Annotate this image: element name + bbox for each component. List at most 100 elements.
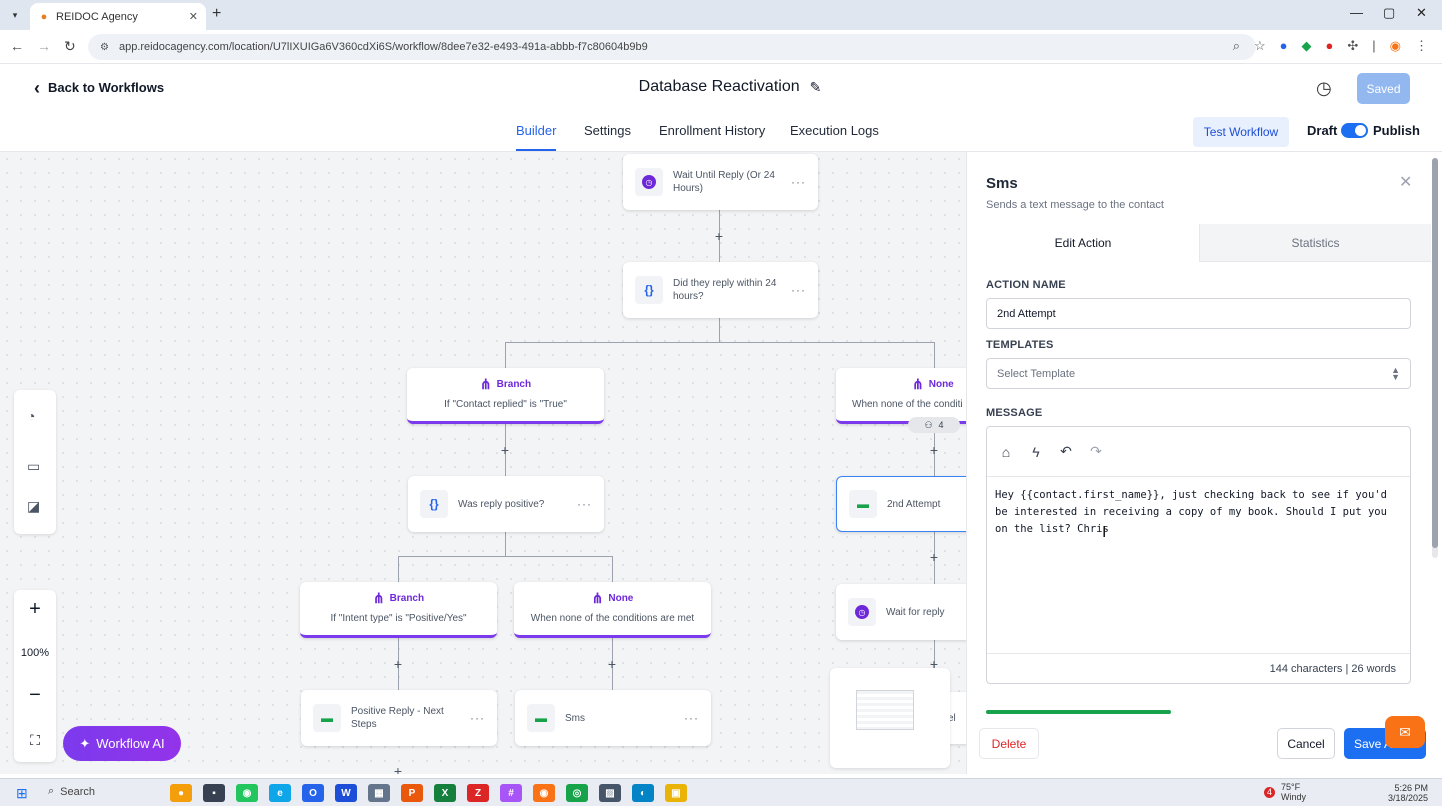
app-icon[interactable]: ▪ [203, 784, 225, 802]
app-icon[interactable]: Z [467, 784, 489, 802]
cancel-button[interactable]: Cancel [1277, 728, 1335, 759]
node-wait-for-reply[interactable]: ◷ Wait for reply [836, 584, 966, 640]
tab-close-icon[interactable]: ✕ [189, 10, 198, 23]
node-sms[interactable]: ▬ Sms ··· [515, 690, 711, 746]
word-icon[interactable]: W [335, 784, 357, 802]
extension-icon[interactable]: ● [1280, 38, 1288, 54]
lightning-icon[interactable]: ϟ [1027, 444, 1045, 460]
workflow-canvas[interactable]: + + + + + + + + ◷ Wait Until Reply (Or 2… [0, 152, 966, 774]
firefox-icon[interactable]: ◉ [533, 784, 555, 802]
sms-chat-icon: ▬ [849, 490, 877, 518]
node-was-reply-positive[interactable]: {} Was reply positive? ··· [408, 476, 604, 532]
publish-toggle[interactable] [1341, 123, 1368, 138]
puzzle-icon[interactable]: ✣ [1347, 38, 1358, 54]
edge-icon[interactable]: e [269, 784, 291, 802]
branch-intent-positive[interactable]: ⋔ Branch If "Intent type" is "Positive/Ye… [300, 582, 497, 638]
app-icon[interactable]: ▣ [665, 784, 687, 802]
branch-contact-replied[interactable]: ⋔ Branch If "Contact replied" is "True" [407, 368, 604, 424]
url-bar[interactable]: ⚙ app.reidocagency.com/location/U7lIXUIG… [88, 34, 1256, 60]
app-icon[interactable]: ◐ [632, 784, 654, 802]
forward-arrow-icon[interactable]: → [37, 38, 51, 54]
extension-icon[interactable]: ◆ [1302, 38, 1312, 54]
branch-none-1[interactable]: ⋔ None When none of the conditi [836, 368, 966, 424]
close-window-icon[interactable]: ✕ [1416, 5, 1427, 21]
chrome-icon[interactable]: ◎ [566, 784, 588, 802]
profile-avatar-icon[interactable]: ◉ [1390, 38, 1401, 54]
zoom-out-icon[interactable]: − [14, 684, 56, 707]
add-step-plus-icon[interactable]: + [927, 443, 941, 457]
new-tab-button[interactable]: + [212, 5, 221, 23]
saved-button[interactable]: Saved [1357, 73, 1410, 104]
history-icon[interactable]: ◷ [1316, 78, 1332, 99]
edit-pencil-icon[interactable]: ✎ [810, 79, 822, 96]
add-step-plus-icon[interactable]: + [391, 657, 405, 671]
outlook-icon[interactable]: O [302, 784, 324, 802]
menu-kebab-icon[interactable]: ⋮ [1415, 38, 1428, 54]
message-textarea[interactable]: Hey {{contact.first_name}}, just checkin… [995, 487, 1395, 538]
node-menu-icon[interactable]: ··· [791, 283, 806, 297]
tab-builder[interactable]: Builder [516, 123, 557, 151]
add-step-plus-icon[interactable]: + [498, 443, 512, 457]
redo-icon[interactable]: ↷ [1087, 443, 1105, 460]
calculator-icon[interactable]: ▦ [368, 784, 390, 802]
taskbar-search[interactable]: ⌕ Search [48, 785, 95, 798]
close-icon[interactable]: ✕ [1399, 172, 1412, 192]
branch-none-2[interactable]: ⋔ None When none of the conditions are me… [514, 582, 711, 638]
note-icon[interactable]: ◪ [27, 498, 40, 515]
maximize-icon[interactable]: ▢ [1383, 5, 1395, 21]
test-workflow-button[interactable]: Test Workflow [1193, 117, 1289, 147]
zoom-in-icon[interactable]: + [14, 598, 56, 621]
template-select[interactable]: Select Template ▲ ▼ [986, 358, 1411, 389]
app-icon[interactable]: ● [170, 784, 192, 802]
back-to-workflows-link[interactable]: ‹ Back to Workflows [34, 79, 164, 97]
windows-start-icon[interactable]: ⊞ [16, 785, 28, 802]
powerpoint-icon[interactable]: P [401, 784, 423, 802]
node-did-they-reply[interactable]: {} Did they reply within 24 hours? ··· [623, 262, 818, 318]
tab-statistics[interactable]: Statistics [1199, 224, 1431, 262]
panel-title: Sms [986, 175, 1018, 192]
node-menu-icon[interactable]: ··· [791, 175, 806, 189]
chat-help-icon[interactable]: ✉ [1385, 716, 1425, 748]
workflow-ai-button[interactable]: ✦ Workflow AI [63, 726, 181, 761]
tag-icon[interactable]: ⌂ [997, 444, 1015, 460]
canvas-minimap[interactable] [830, 668, 950, 768]
minimize-icon[interactable]: — [1350, 5, 1363, 20]
node-menu-icon[interactable]: ··· [470, 711, 485, 725]
system-clock[interactable]: 5:26 PM 3/18/2025 [1388, 783, 1428, 803]
undo-icon[interactable]: ↶ [1057, 443, 1075, 460]
excel-icon[interactable]: X [434, 784, 456, 802]
fit-screen-icon[interactable]: ⛶ [14, 732, 56, 749]
reload-icon[interactable]: ↻ [64, 38, 76, 55]
node-menu-icon[interactable]: ··· [577, 497, 592, 511]
site-info-icon[interactable]: ⚙ [100, 42, 109, 53]
zoom-icon[interactable]: ⌕ [1233, 38, 1240, 54]
slack-icon[interactable]: # [500, 784, 522, 802]
add-step-plus-icon[interactable]: + [927, 550, 941, 564]
add-step-plus-icon[interactable]: + [391, 764, 405, 774]
comment-icon[interactable]: ▭ [27, 458, 40, 475]
tab-settings[interactable]: Settings [584, 123, 631, 138]
add-step-plus-icon[interactable]: + [605, 657, 619, 671]
add-step-plus-icon[interactable]: + [712, 229, 726, 243]
back-arrow-icon[interactable]: ← [10, 38, 24, 54]
tab-enrollment-history[interactable]: Enrollment History [659, 123, 765, 138]
node-wait-until-reply[interactable]: ◷ Wait Until Reply (Or 24 Hours) ··· [623, 154, 818, 210]
tab-execution-logs[interactable]: Execution Logs [790, 123, 879, 138]
panel-scrollbar[interactable] [1432, 158, 1438, 558]
node-positive-reply[interactable]: ▬ Positive Reply - Next Steps ··· [301, 690, 497, 746]
browser-tab[interactable]: ● REIDOC Agency ✕ [30, 3, 206, 30]
action-name-input[interactable]: 2nd Attempt [986, 298, 1411, 329]
app-icon[interactable]: ◉ [236, 784, 258, 802]
tab-list-icon[interactable]: ▾ [6, 7, 24, 23]
weather-widget[interactable]: 4 75°F Windy [1264, 782, 1306, 802]
branch-icon: ⋔ [479, 376, 492, 392]
app-icon[interactable]: ▨ [599, 784, 621, 802]
delete-button[interactable]: Delete [979, 728, 1039, 759]
node-menu-icon[interactable]: ··· [684, 711, 699, 725]
message-editor[interactable]: ⌂ ϟ ↶ ↷ Hey {{contact.first_name}}, just… [986, 426, 1411, 684]
bookmark-star-icon[interactable]: ☆ [1254, 38, 1266, 54]
tab-edit-action[interactable]: Edit Action [967, 224, 1199, 262]
node-2nd-attempt[interactable]: ▬ 2nd Attempt [836, 476, 966, 532]
pie-chart-icon[interactable]: ◔ [27, 408, 35, 424]
extension-icon[interactable]: ● [1326, 38, 1334, 54]
